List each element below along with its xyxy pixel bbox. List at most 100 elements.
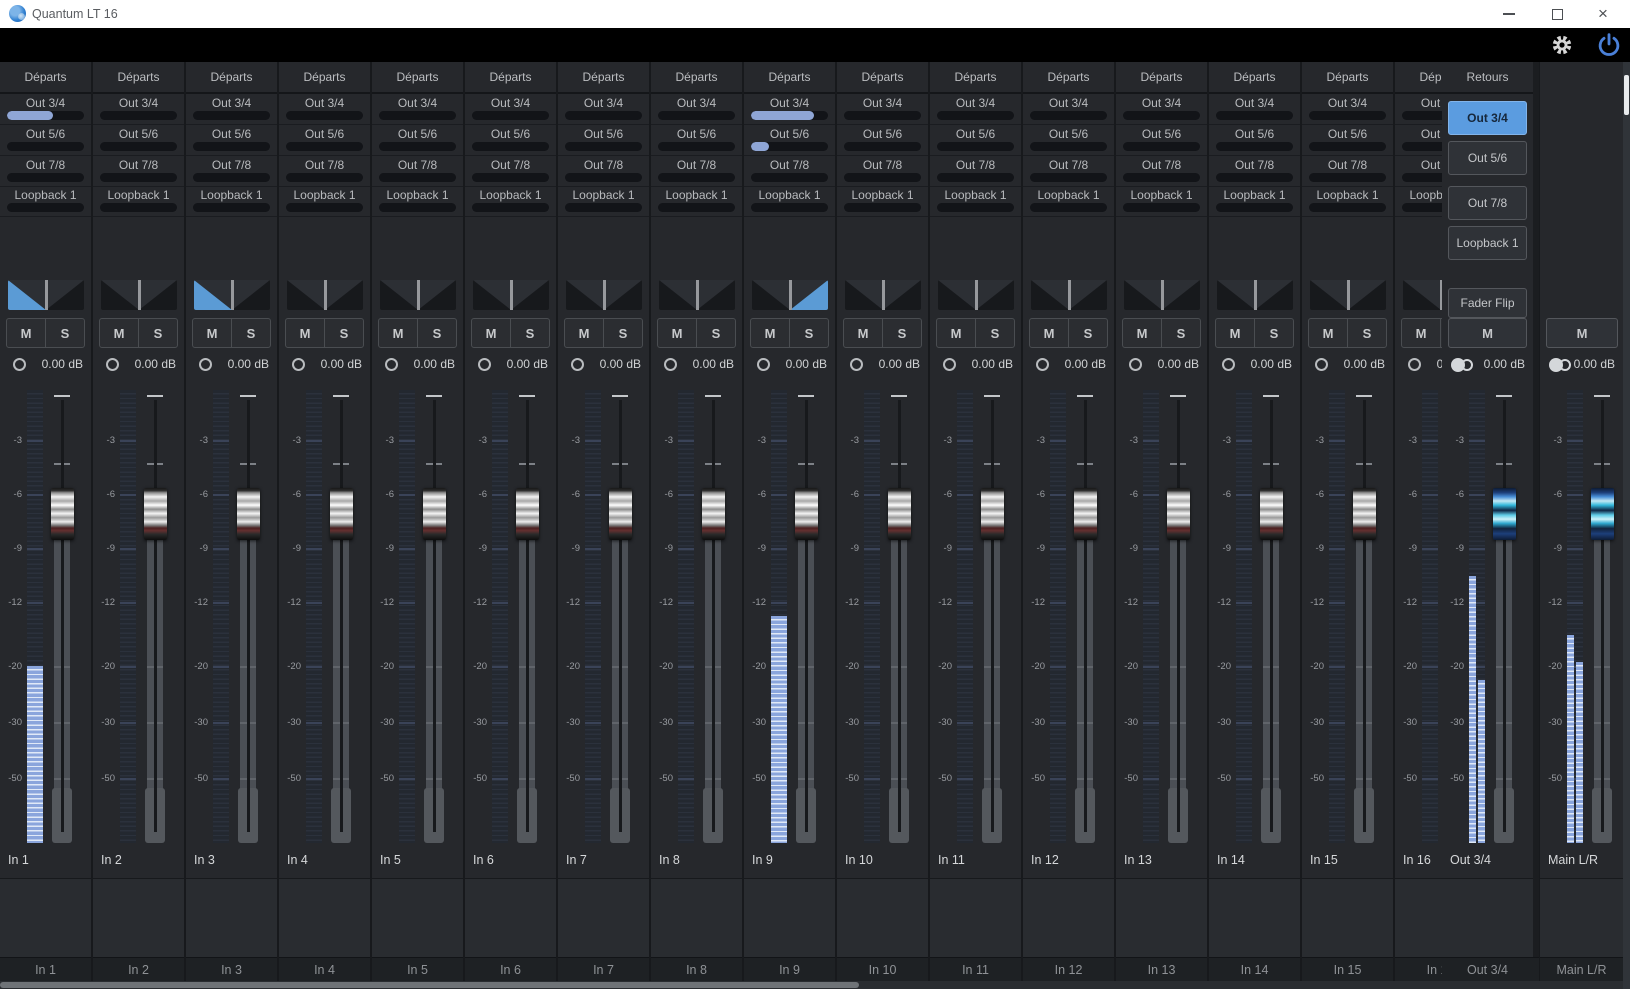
solo-button[interactable]: S bbox=[418, 319, 456, 347]
fader-db-value[interactable]: 0.00 dB bbox=[414, 357, 455, 371]
send-level-slider[interactable] bbox=[379, 203, 456, 212]
fader-db-value[interactable]: 0.00 dB bbox=[321, 357, 362, 371]
channel-name[interactable]: In 10 bbox=[845, 853, 873, 867]
phase-button[interactable] bbox=[1315, 358, 1328, 371]
fader-db-value[interactable]: 0.00 dB bbox=[228, 357, 269, 371]
solo-button[interactable]: S bbox=[604, 319, 642, 347]
channel-select-bar[interactable]: In 11 bbox=[930, 957, 1021, 981]
send-level-slider[interactable] bbox=[472, 203, 549, 212]
fader-db-value[interactable]: 0.00 dB bbox=[972, 357, 1013, 371]
send-level-slider[interactable] bbox=[565, 111, 642, 120]
send-level-slider[interactable] bbox=[1216, 173, 1293, 182]
send-level-slider[interactable] bbox=[100, 173, 177, 182]
send-level-slider[interactable] bbox=[1030, 111, 1107, 120]
send-level-slider[interactable] bbox=[844, 203, 921, 212]
send-level-slider[interactable] bbox=[1030, 203, 1107, 212]
channel-name[interactable]: In 15 bbox=[1310, 853, 1338, 867]
send-level-slider[interactable] bbox=[193, 173, 270, 182]
channel-select-bar[interactable]: In 5 bbox=[372, 957, 463, 981]
send-level-slider[interactable] bbox=[472, 111, 549, 120]
channel-name[interactable]: In 9 bbox=[752, 853, 773, 867]
send-level-slider[interactable] bbox=[7, 173, 84, 182]
scribble-strip[interactable] bbox=[930, 879, 1021, 957]
fader-handle[interactable] bbox=[516, 488, 539, 540]
settings-button[interactable] bbox=[1549, 32, 1575, 58]
channel-select-bar[interactable]: In 10 bbox=[837, 957, 928, 981]
scribble-strip[interactable] bbox=[558, 879, 649, 957]
send-level-slider[interactable] bbox=[565, 203, 642, 212]
fader-db-value[interactable]: 0.00 dB bbox=[600, 357, 641, 371]
mute-button[interactable]: M bbox=[1030, 319, 1069, 347]
send-level-slider[interactable] bbox=[379, 173, 456, 182]
maximize-button[interactable] bbox=[1540, 0, 1574, 28]
channel-select-bar[interactable]: Out 3/4 bbox=[1442, 957, 1533, 981]
send-level-slider[interactable] bbox=[7, 142, 84, 151]
send-level-slider[interactable] bbox=[937, 173, 1014, 182]
phase-button[interactable] bbox=[1036, 358, 1049, 371]
send-level-slider[interactable] bbox=[100, 142, 177, 151]
channel-select-bar[interactable]: In 16 bbox=[1395, 957, 1442, 981]
mute-button[interactable]: M bbox=[472, 319, 511, 347]
fader-handle[interactable] bbox=[1167, 488, 1190, 540]
send-level-slider[interactable] bbox=[844, 111, 921, 120]
channel-select-bar[interactable]: In 4 bbox=[279, 957, 370, 981]
stereo-link-icon[interactable] bbox=[1549, 358, 1573, 372]
phase-button[interactable] bbox=[1408, 358, 1421, 371]
horizontal-scrollbar[interactable] bbox=[0, 981, 1630, 989]
fader-handle[interactable] bbox=[1493, 488, 1516, 540]
horizontal-scrollbar-thumb[interactable] bbox=[0, 982, 859, 988]
send-level-slider[interactable] bbox=[1309, 111, 1386, 120]
mute-button[interactable]: M bbox=[1216, 319, 1255, 347]
channel-name[interactable]: In 7 bbox=[566, 853, 587, 867]
send-level-slider[interactable] bbox=[286, 173, 363, 182]
channel-select-bar[interactable]: In 1 bbox=[0, 957, 91, 981]
send-level-slider[interactable] bbox=[379, 142, 456, 151]
fader-handle[interactable] bbox=[51, 488, 74, 540]
send-level-slider[interactable] bbox=[751, 111, 828, 120]
solo-button[interactable]: S bbox=[325, 319, 363, 347]
channel-name[interactable]: In 3 bbox=[194, 853, 215, 867]
pan-control[interactable] bbox=[473, 280, 549, 310]
send-level-slider[interactable] bbox=[844, 173, 921, 182]
fader-db-value[interactable]: 0.00 dB bbox=[1574, 357, 1615, 371]
scribble-strip[interactable] bbox=[93, 879, 184, 957]
fader-db-value[interactable]: 0.00 dB bbox=[1251, 357, 1292, 371]
channel-select-bar[interactable]: In 15 bbox=[1302, 957, 1393, 981]
channel-name[interactable]: In 1 bbox=[8, 853, 29, 867]
solo-button[interactable]: S bbox=[232, 319, 270, 347]
scribble-strip[interactable] bbox=[837, 879, 928, 957]
fader-db-value[interactable]: 0.00 dB bbox=[42, 357, 83, 371]
fader-db-value[interactable]: 0.00 dB bbox=[879, 357, 920, 371]
fader-db-value[interactable]: 0.00 dB bbox=[693, 357, 734, 371]
pan-control[interactable] bbox=[8, 280, 84, 310]
fader-db-value[interactable]: 0.00 dB bbox=[507, 357, 548, 371]
mute-button[interactable]: M bbox=[1448, 318, 1527, 348]
send-level-slider[interactable] bbox=[472, 142, 549, 151]
mute-button[interactable]: M bbox=[565, 319, 604, 347]
send-level-slider[interactable] bbox=[100, 203, 177, 212]
scribble-strip[interactable] bbox=[279, 879, 370, 957]
scribble-strip[interactable] bbox=[1023, 879, 1114, 957]
send-level-slider[interactable] bbox=[751, 142, 828, 151]
fader-db-value[interactable]: 0.00 dB bbox=[1344, 357, 1385, 371]
solo-button[interactable]: S bbox=[46, 319, 84, 347]
phase-button[interactable] bbox=[664, 358, 677, 371]
fader-flip-button[interactable]: Fader Flip bbox=[1448, 288, 1527, 318]
solo-button[interactable]: S bbox=[790, 319, 828, 347]
send-level-slider[interactable] bbox=[1402, 142, 1442, 151]
send-level-slider[interactable] bbox=[1123, 203, 1200, 212]
mute-button[interactable]: M bbox=[937, 319, 976, 347]
mute-button[interactable]: M bbox=[1309, 319, 1348, 347]
phase-button[interactable] bbox=[1129, 358, 1142, 371]
fader-db-value[interactable]: 0.00 dB bbox=[786, 357, 827, 371]
pan-control[interactable] bbox=[938, 280, 1014, 310]
fader-handle[interactable] bbox=[330, 488, 353, 540]
send-level-slider[interactable] bbox=[658, 173, 735, 182]
channel-name[interactable]: In 4 bbox=[287, 853, 308, 867]
scribble-strip[interactable] bbox=[465, 879, 556, 957]
send-level-slider[interactable] bbox=[1123, 173, 1200, 182]
scribble-strip[interactable] bbox=[186, 879, 277, 957]
phase-button[interactable] bbox=[13, 358, 26, 371]
send-level-slider[interactable] bbox=[1402, 203, 1442, 212]
solo-button[interactable]: S bbox=[1162, 319, 1200, 347]
